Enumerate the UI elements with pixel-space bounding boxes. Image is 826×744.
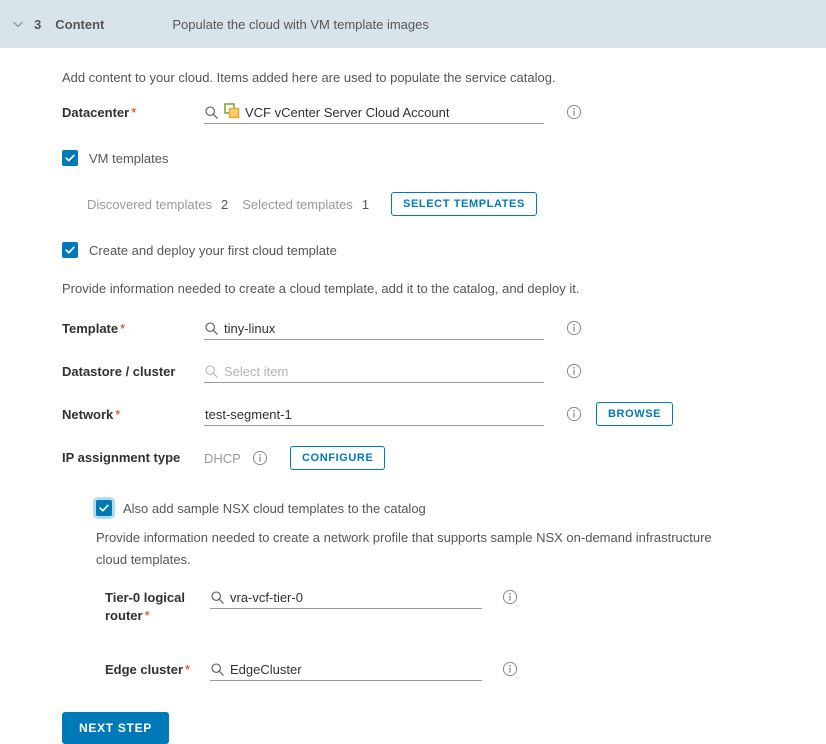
nsx-fields: Tier-0 logical router * vra-vcf-tier-0 E… <box>105 587 826 681</box>
nsx-description: Provide information needed to create a n… <box>96 530 712 567</box>
cloud-template-checkbox[interactable] <box>62 242 78 258</box>
info-icon[interactable] <box>566 363 582 379</box>
network-input[interactable]: test-segment-1 <box>204 404 544 426</box>
tier0-row: Tier-0 logical router * vra-vcf-tier-0 <box>105 587 826 625</box>
step-header: 3 Content Populate the cloud with VM tem… <box>0 0 826 48</box>
tier0-label: Tier-0 logical router * <box>105 587 210 625</box>
datastore-input[interactable]: Select item <box>204 361 544 383</box>
info-icon[interactable] <box>566 406 582 422</box>
step-description: Populate the cloud with VM template imag… <box>172 16 429 32</box>
edge-cluster-input[interactable]: EdgeCluster <box>210 659 482 681</box>
search-icon <box>210 662 225 677</box>
network-label: Network * <box>62 404 204 424</box>
step-number: 3 <box>34 16 42 32</box>
template-input[interactable]: tiny-linux <box>204 318 544 340</box>
search-icon <box>204 321 219 336</box>
discovered-templates-count: 2 <box>221 196 229 212</box>
chevron-down-icon[interactable] <box>8 14 28 34</box>
template-row: Template * tiny-linux <box>62 318 826 340</box>
edge-cluster-row: Edge cluster * EdgeCluster <box>105 659 826 681</box>
nsx-templates-label: Also add sample NSX cloud templates to t… <box>123 500 426 516</box>
info-icon[interactable] <box>252 450 268 466</box>
vcenter-account-icon <box>224 103 240 122</box>
datastore-label: Datastore / cluster <box>62 361 204 381</box>
required-marker: * <box>185 662 191 677</box>
edge-cluster-label-text: Edge cluster <box>105 662 184 677</box>
nsx-checkbox-row[interactable]: Also add sample NSX cloud templates to t… <box>96 500 826 516</box>
vm-templates-checkbox-row[interactable]: VM templates <box>62 150 826 166</box>
network-value: test-segment-1 <box>205 407 292 422</box>
datacenter-label-text: Datacenter <box>62 105 130 120</box>
next-step-wrapper: NEXT STEP <box>62 712 826 744</box>
cloud-template-label: Create and deploy your first cloud templ… <box>89 242 337 258</box>
vm-templates-checkbox[interactable] <box>62 150 78 166</box>
required-marker: * <box>115 407 121 422</box>
intro-text: Add content to your cloud. Items added h… <box>62 70 556 85</box>
tier0-input[interactable]: vra-vcf-tier-0 <box>210 587 482 609</box>
template-label-text: Template <box>62 321 119 336</box>
template-value: tiny-linux <box>224 321 276 336</box>
required-marker: * <box>120 321 126 336</box>
content-panel: Add content to your cloud. Items added h… <box>0 70 826 744</box>
edge-cluster-value: EdgeCluster <box>230 662 302 677</box>
browse-button[interactable]: BROWSE <box>596 402 674 426</box>
network-row: Network * test-segment-1 BROWSE <box>62 402 826 426</box>
search-icon <box>210 590 225 605</box>
required-marker: * <box>131 105 137 120</box>
discovered-templates-label: Discovered templates <box>87 196 212 212</box>
info-icon[interactable] <box>566 320 582 336</box>
edge-cluster-label: Edge cluster * <box>105 659 210 679</box>
templates-summary-bar: Discovered templates 2 Selected template… <box>87 192 826 216</box>
ip-assignment-row: IP assignment type DHCP CONFIGURE <box>62 446 826 470</box>
selected-templates-count: 1 <box>361 196 370 212</box>
step-title: Content <box>55 16 105 32</box>
ip-assignment-value: DHCP <box>204 450 241 466</box>
cloud-template-checkbox-row[interactable]: Create and deploy your first cloud templ… <box>62 242 826 258</box>
nsx-templates-checkbox[interactable] <box>96 500 112 516</box>
network-label-text: Network <box>62 407 114 422</box>
info-icon[interactable] <box>566 104 582 120</box>
vm-templates-label: VM templates <box>89 150 169 166</box>
info-icon[interactable] <box>502 661 518 677</box>
datacenter-value: VCF vCenter Server Cloud Account <box>245 105 450 120</box>
template-label: Template * <box>62 318 204 338</box>
required-marker: * <box>144 608 150 623</box>
ip-assignment-label: IP assignment type <box>62 450 181 465</box>
search-icon <box>204 105 219 120</box>
datacenter-label: Datacenter * <box>62 102 204 122</box>
datastore-label-text: Datastore / cluster <box>62 364 176 379</box>
datacenter-row: Datacenter * VCF vCenter Server Cloud Acc… <box>62 102 826 124</box>
selected-templates-label: Selected templates <box>242 196 353 212</box>
nsx-section: Also add sample NSX cloud templates to t… <box>96 500 826 681</box>
datastore-placeholder: Select item <box>224 364 289 379</box>
info-icon[interactable] <box>502 589 518 605</box>
next-step-button[interactable]: NEXT STEP <box>62 712 169 744</box>
datacenter-input[interactable]: VCF vCenter Server Cloud Account <box>204 102 544 124</box>
configure-button[interactable]: CONFIGURE <box>290 446 386 470</box>
tier0-value: vra-vcf-tier-0 <box>230 590 303 605</box>
search-icon <box>204 364 219 379</box>
cloud-template-description: Provide information needed to create a c… <box>62 281 580 296</box>
datastore-row: Datastore / cluster Select item <box>62 361 826 383</box>
select-templates-button[interactable]: SELECT TEMPLATES <box>391 192 537 216</box>
